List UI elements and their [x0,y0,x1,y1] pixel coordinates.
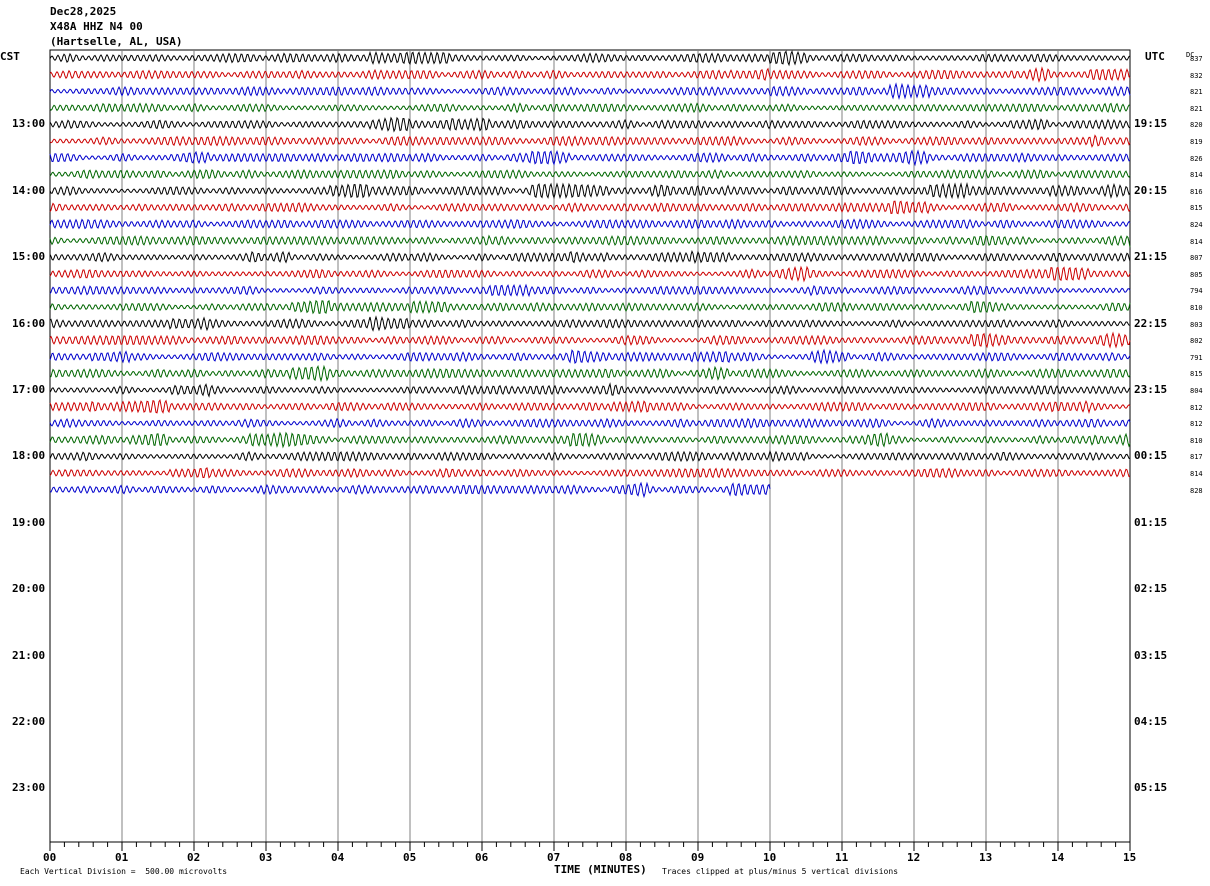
seismogram-trace [49,265,1131,283]
seismogram-trace [49,364,1131,383]
seismogram-trace [49,431,1131,449]
seismogram-trace [49,66,1131,83]
seismogram-trace [49,116,1131,133]
seismogram-trace [49,299,1131,315]
seismogram-trace [49,417,1131,429]
seismogram-trace [49,218,1131,230]
seismogram-trace [49,399,1131,414]
seismogram-trace [49,450,1131,463]
seismogram-trace [49,331,1131,349]
seismogram-trace [49,82,1131,101]
plot-frame [49,49,1131,843]
seismogram-trace [49,181,1131,200]
seismogram-trace [49,149,1131,167]
seismogram-trace [49,102,1131,114]
seismogram-trace [49,50,1131,67]
seismogram-trace [49,283,1131,298]
clip-note: Traces clipped at plus/minus 5 vertical … [662,867,899,876]
seismogram-trace [49,382,1131,398]
seismogram-trace [49,348,1131,365]
seismogram-trace [49,200,1131,215]
seismogram-trace [49,467,1131,479]
seismogram-trace [49,249,1131,264]
scale-note: Each Vertical Division = 500.00 microvol… [20,867,228,876]
x-axis-label: TIME (MINUTES) [554,863,647,876]
seismogram-trace [49,168,1131,180]
helicorder-plot [49,49,1131,851]
seismogram-trace [49,315,1131,332]
seismogram-trace [49,234,1131,248]
seismogram-trace [49,134,1131,148]
